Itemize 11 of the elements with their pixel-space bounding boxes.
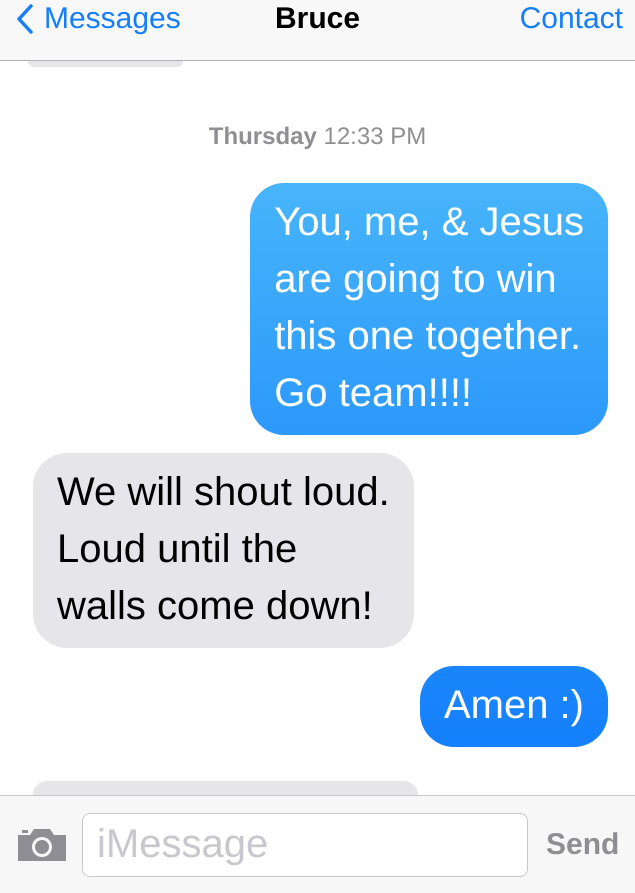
timestamp: Thursday 12:33 PM	[208, 123, 428, 152]
contact-button[interactable]: Contact	[520, 2, 623, 36]
back-button[interactable]: Messages	[16, 2, 181, 36]
received-message-bubble: We will shout loud. Loud until the walls come down!	[33, 453, 414, 648]
sent-message-bubble: Amen :)	[420, 666, 608, 748]
chevron-left-icon	[16, 3, 34, 35]
message-input-field[interactable]: iMessage	[82, 812, 528, 876]
sent-message-bubble: You, me, & Jesus are going to win this one together. Go team!!!!	[250, 183, 608, 436]
camera-icon[interactable]	[16, 826, 68, 862]
contact-name: Bruce	[274, 2, 360, 36]
send-button[interactable]: Send	[546, 828, 620, 862]
